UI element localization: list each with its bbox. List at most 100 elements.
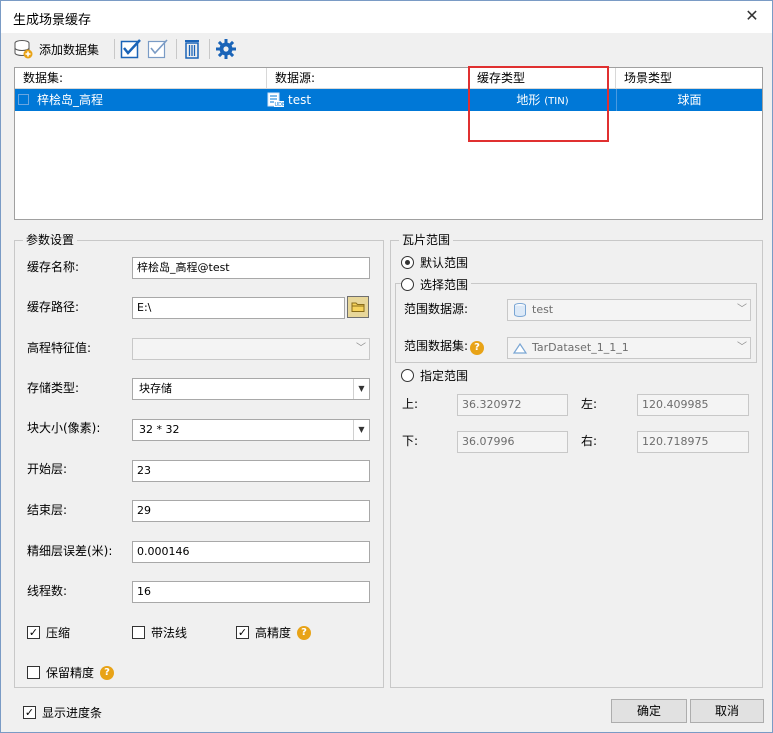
select-range-label: 选择范围 [420,278,469,292]
start-level-input[interactable]: 23 [132,460,370,482]
title-bar: 生成场景缓存 ✕ [1,1,772,33]
compress-label: 压缩 [46,626,71,640]
range-datasource-select[interactable]: test ﹀ [507,299,751,321]
delete-button[interactable] [182,37,202,61]
folder-icon [351,302,365,312]
close-icon: ✕ [745,6,759,25]
elevation-label: 高程特征值: [27,341,92,355]
checkbox-outline-icon [147,39,168,59]
top-input[interactable]: 36.320972 [457,394,568,416]
dataset-name: 梓桧岛_高程 [37,93,104,107]
checkbox-empty-icon [132,626,145,639]
block-size-label: 块大小(像素): [27,421,101,435]
bottom-input[interactable]: 36.07996 [457,431,568,453]
left-input[interactable]: 120.409985 [637,394,749,416]
add-dataset-button[interactable]: 添加数据集 [13,37,99,61]
threads-input[interactable]: 16 [132,581,370,603]
high-precision-checkbox[interactable]: ✓ 高精度 ? [236,624,312,641]
invert-select-button[interactable] [147,37,169,61]
select-range-radio[interactable]: 选择范围 [401,276,472,293]
range-dataset-value: TarDataset_1_1_1 [532,341,629,354]
toolbar: 添加数据集 [1,33,772,65]
tile-range-legend: 瓦片范围 [399,233,454,247]
cell-scene-type[interactable]: 球面 [616,89,762,111]
select-all-button[interactable] [120,37,142,61]
datasource-udbx-icon: UDBX [267,92,285,108]
right-input[interactable]: 120.718975 [637,431,749,453]
cache-path-label: 缓存路径: [27,300,80,314]
help-icon[interactable]: ? [100,665,115,680]
chevron-down-icon: ﹀ [356,343,366,354]
elevation-select[interactable]: ﹀ [132,338,370,360]
checkmark-icon: ✓ [236,626,249,639]
threads-label: 线程数: [27,584,68,598]
dialog-window: 生成场景缓存 ✕ 添加数据集 数据集: 数据源: 缓存类型 场景类型 梓桧岛_高… [0,0,773,733]
toolbar-separator [176,39,177,59]
specify-range-radio[interactable]: 指定范围 [401,367,468,384]
dropdown-arrow-icon: ▼ [353,379,369,399]
column-header-dataset[interactable]: 数据集: [15,68,267,88]
grid-header: 数据集: 数据源: 缓存类型 场景类型 [15,68,762,89]
storage-type-label: 存储类型: [27,381,80,395]
toolbar-separator [114,39,115,59]
storage-type-select[interactable]: 块存储 ▼ [132,378,370,400]
help-icon[interactable]: ? [470,341,485,355]
table-row[interactable]: 梓桧岛_高程 UDBX test 地形 (TIN) 球面 [15,89,762,111]
cache-path-input[interactable]: E:\ [132,297,345,319]
keep-precision-label: 保留精度 [46,666,95,680]
help-icon[interactable]: ? [297,625,312,640]
dialog-title: 生成场景缓存 [13,13,92,28]
chevron-down-icon: ﹀ [737,304,747,315]
svg-text:UDBX: UDBX [275,102,286,108]
column-header-cache-type[interactable]: 缓存类型 [469,68,616,88]
range-dataset-select[interactable]: TarDataset_1_1_1 ﹀ [507,337,751,359]
radio-empty-icon [401,369,414,382]
right-label: 右: [581,434,598,448]
params-group: 参数设置 缓存名称: 梓桧岛_高程@test 缓存路径: E:\ 高程特征值: … [14,233,384,688]
checkmark-icon: ✓ [23,706,36,719]
trash-icon [185,40,199,59]
storage-type-value: 块存储 [139,382,172,395]
cache-name-label: 缓存名称: [27,260,80,274]
range-dataset-label-text: 范围数据集: [404,339,469,353]
specify-range-label: 指定范围 [420,369,469,383]
close-button[interactable]: ✕ [740,5,764,27]
block-size-value: 32 * 32 [139,423,180,436]
ok-button[interactable]: 确定 [611,699,687,723]
column-header-scene-type[interactable]: 场景类型 [616,68,762,88]
region-dataset-icon [512,342,528,354]
show-progress-label: 显示进度条 [42,706,103,720]
default-range-radio[interactable]: 默认范围 [401,254,468,271]
cancel-button[interactable]: 取消 [690,699,764,723]
compress-checkbox[interactable]: ✓ 压缩 [27,624,70,641]
cell-datasource: UDBX test [267,89,469,111]
range-datasource-value: test [532,303,554,316]
default-range-label: 默认范围 [420,256,469,270]
params-legend: 参数设置 [23,233,78,247]
browse-folder-button[interactable] [347,296,369,318]
checkbox-empty-icon [27,666,40,679]
chevron-down-icon: ﹀ [737,342,747,353]
tile-range-group: 瓦片范围 默认范围 选择范围 范围数据源: test ﹀ 范围数据集:? Tar… [390,233,763,688]
row-check-box[interactable] [18,94,29,105]
datasource-udbx-icon [514,303,526,317]
add-dataset-label: 添加数据集 [39,42,100,57]
cache-name-input[interactable]: 梓桧岛_高程@test [132,257,370,279]
column-header-datasource[interactable]: 数据源: [267,68,469,88]
cell-cache-type[interactable]: 地形 (TIN) [469,89,616,111]
settings-button[interactable] [215,37,237,61]
range-datasource-label: 范围数据源: [404,302,469,316]
cache-type-value: 地形 [516,93,541,107]
radio-selected-icon [401,256,414,269]
fine-error-label: 精细层误差(米): [27,544,113,558]
top-label: 上: [402,397,419,411]
normal-label: 带法线 [151,626,188,640]
normal-checkbox[interactable]: 带法线 [132,624,187,641]
range-dataset-label: 范围数据集:? [404,336,485,356]
fine-error-input[interactable]: 0.000146 [132,541,370,563]
datasource-name: test [288,93,312,107]
end-level-input[interactable]: 29 [132,500,370,522]
show-progress-checkbox[interactable]: ✓ 显示进度条 [23,704,102,721]
keep-precision-checkbox[interactable]: 保留精度 ? [27,664,115,681]
block-size-select[interactable]: 32 * 32 ▼ [132,419,370,441]
